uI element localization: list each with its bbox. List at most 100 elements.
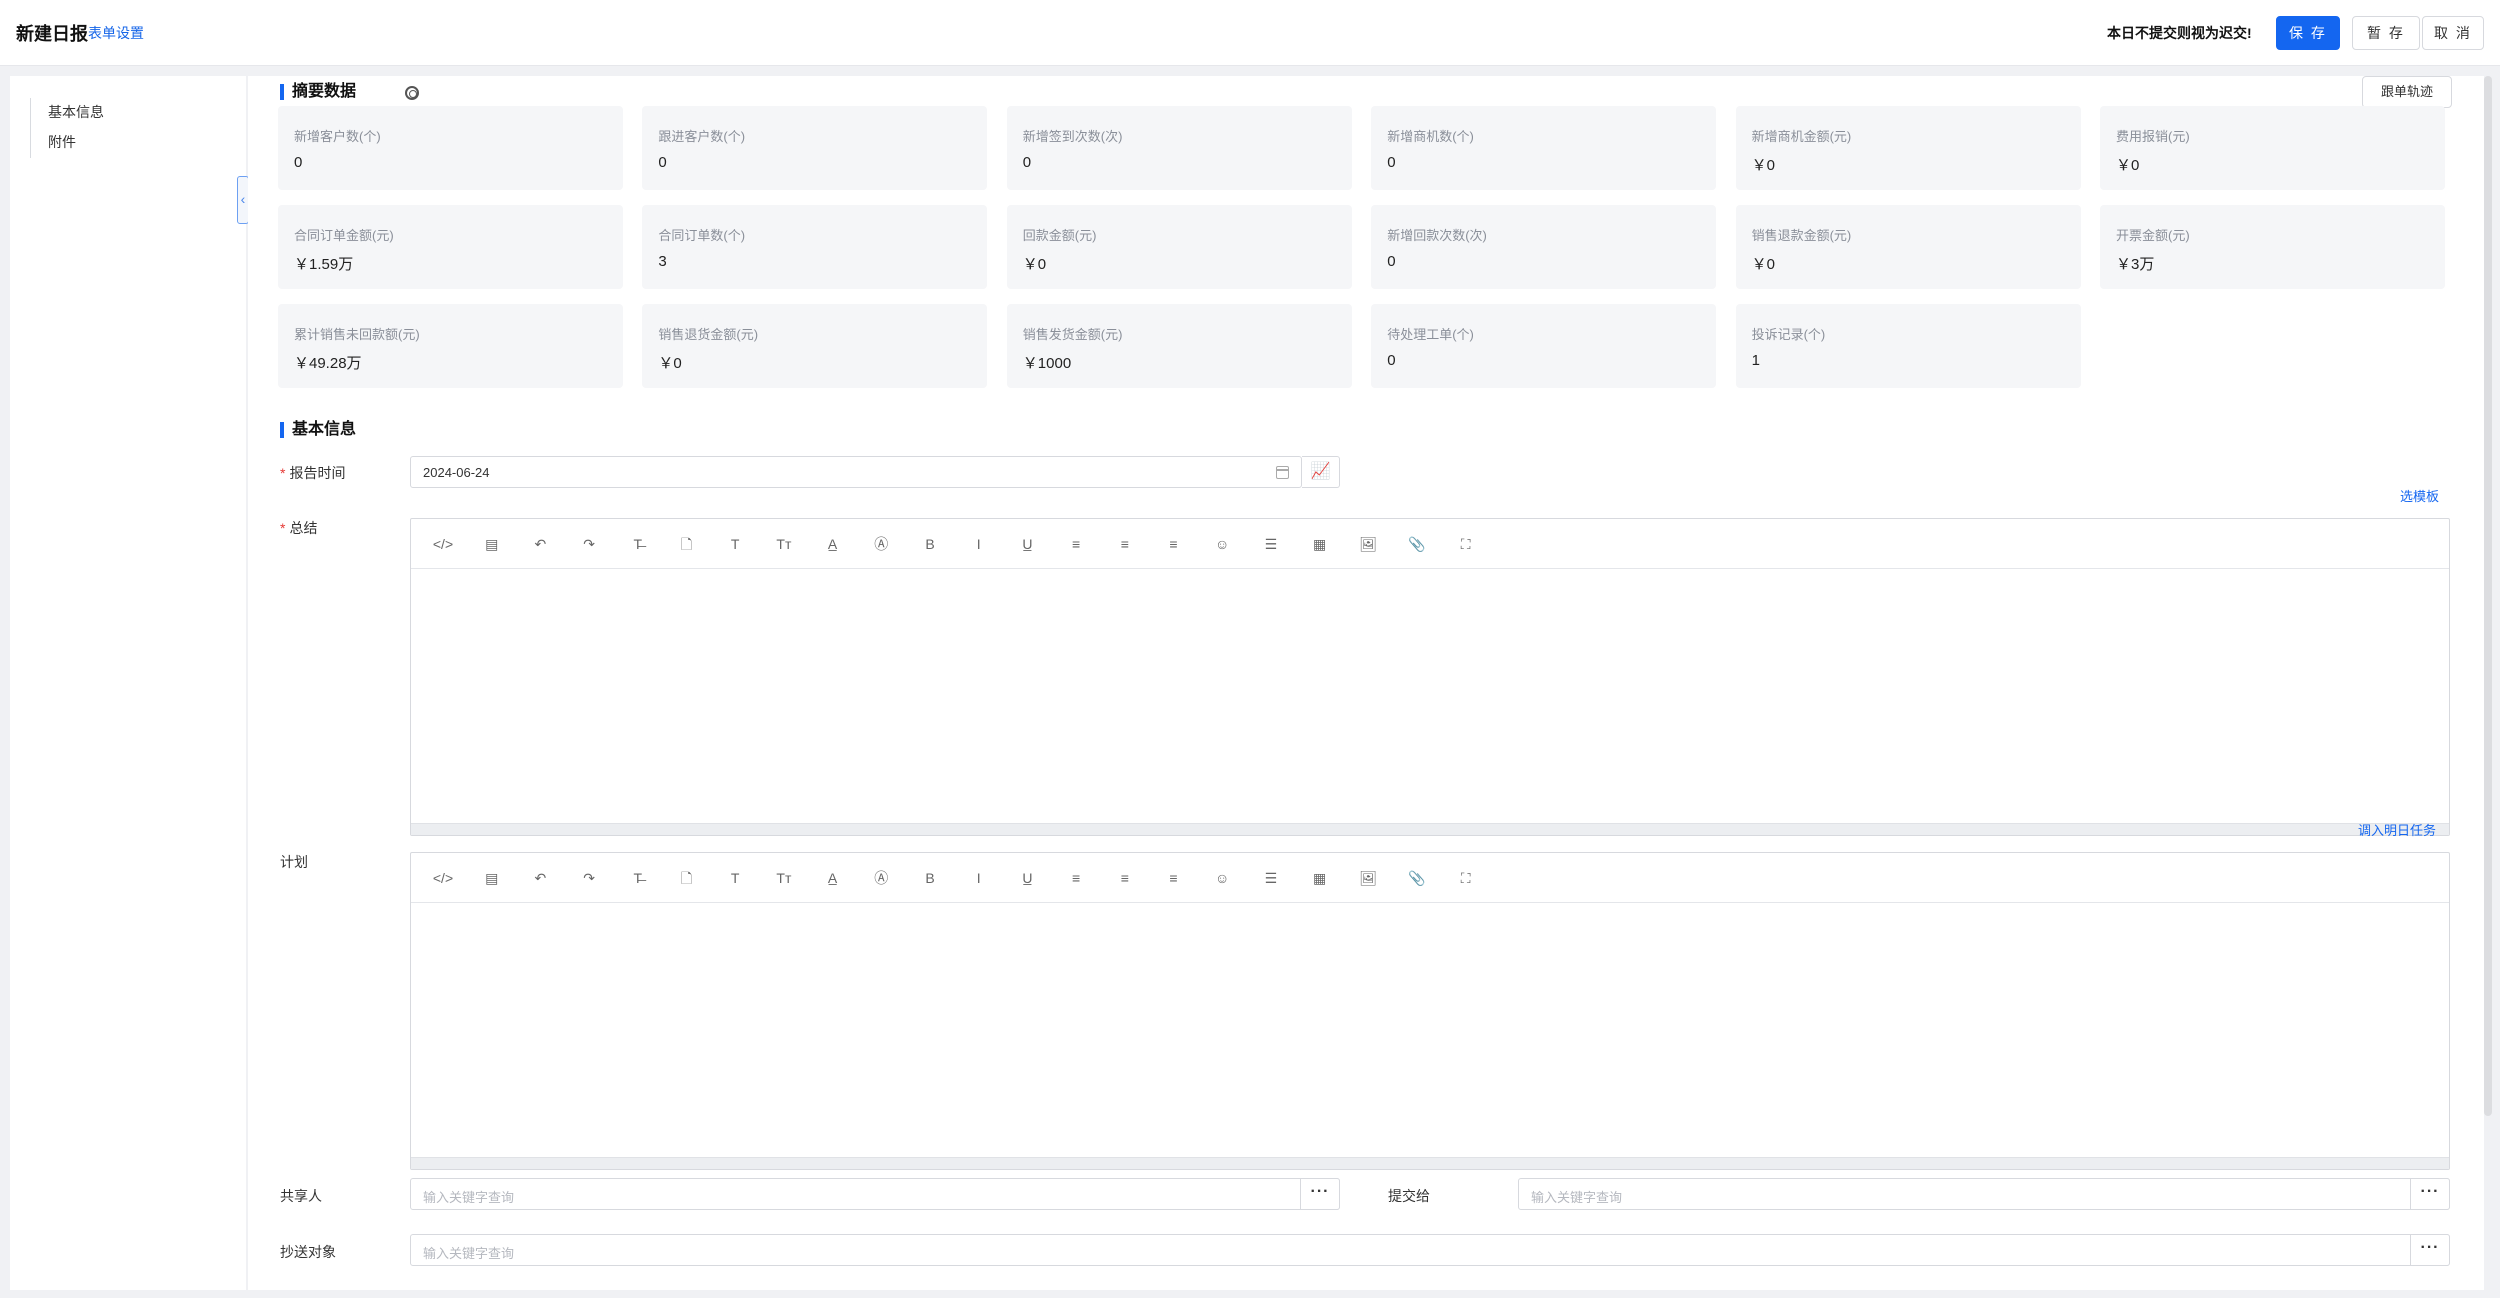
summary-card-value: ￥0 — [1022, 256, 1047, 273]
align-center-icon[interactable]: ≡ — [1113, 533, 1137, 555]
fullscreen-icon[interactable]: ⛶ — [1454, 867, 1478, 889]
summary-card-value: 0 — [1387, 154, 1396, 171]
submit-to-more-button[interactable]: ··· — [2410, 1178, 2450, 1210]
summary-card-value: ￥3万 — [2116, 256, 2155, 273]
cancel-button[interactable]: 取 消 — [2422, 16, 2484, 50]
summary-editor-toolbar: </> ▤ ↶ ↷ T̶ 🗋 T Tт A̲ Ⓐ B I U̲ ≡ ≡ ≡ ☺ ☰ ▦ 🖼 📎 ⛶ — [411, 519, 2449, 569]
summary-section: 摘要数据 — [280, 82, 419, 102]
draft-button[interactable]: 暂 存 — [2352, 16, 2420, 50]
sharer-more-button[interactable]: ··· — [1300, 1178, 1340, 1210]
summary-card: 销售退款金额(元) ￥0 — [1735, 205, 2081, 289]
summary-card: 新增签到次数(次) 0 — [1006, 106, 1352, 190]
summary-editor[interactable]: </> ▤ ↶ ↷ T̶ 🗋 T Tт A̲ Ⓐ B I U̲ ≡ ≡ ≡ ☺ ☰ ▦ 🖼 📎 ⛶ — [410, 518, 2450, 836]
summary-card-label: 新增签到次数(次) — [1022, 129, 1123, 144]
redo-icon[interactable]: ↷ — [577, 867, 601, 889]
plan-editor[interactable]: </> ▤ ↶ ↷ T̶ 🗋 T Tт A̲ Ⓐ B I U̲ ≡ ≡ ≡ ☺ ☰ ▦ 🖼 📎 ⛶ — [410, 852, 2450, 1170]
undo-icon[interactable]: ↶ — [528, 867, 552, 889]
underline-icon[interactable]: U̲ — [1015, 867, 1039, 889]
cc-placeholder: 输入关键字查询 — [423, 1246, 515, 1261]
align-left-icon[interactable]: ≡ — [1064, 867, 1088, 889]
summary-card-value: 0 — [1022, 154, 1032, 171]
cc-more-button[interactable]: ··· — [2410, 1234, 2450, 1266]
summary-card: 待处理工单(个) 0 — [1371, 304, 1717, 388]
undo-icon[interactable]: ↶ — [528, 533, 552, 555]
submit-to-placeholder: 输入关键字查询 — [1531, 1190, 1623, 1205]
table-icon[interactable]: ▦ — [1308, 533, 1332, 555]
sidebar-item-attachments[interactable]: 附件 — [48, 132, 76, 152]
format-icon[interactable]: ▤ — [480, 867, 504, 889]
align-left-icon[interactable]: ≡ — [1064, 533, 1088, 555]
attachment-icon[interactable]: 📎 — [1405, 867, 1429, 889]
trend-chart-button[interactable]: 📈 — [1302, 456, 1340, 488]
top-bar: 新建日报 表单设置 本日不提交则视为迟交! 保 存 暂 存 取 消 — [0, 0, 2500, 66]
plan-label: 计划 — [280, 854, 308, 870]
sharer-input[interactable]: 输入关键字查询 ··· — [410, 1178, 1340, 1210]
horizontal-rule-icon[interactable]: ☰ — [1259, 867, 1283, 889]
cc-input[interactable]: 输入关键字查询 ··· — [410, 1234, 2450, 1266]
align-center-icon[interactable]: ≡ — [1113, 867, 1137, 889]
summary-card-value: 0 — [294, 154, 303, 171]
emoji-icon[interactable]: ☺ — [1210, 533, 1234, 555]
sidebar-item-basic-info[interactable]: 基本信息 — [48, 102, 104, 122]
summary-card-label: 合同订单数(个) — [658, 228, 746, 243]
summary-card-value: 0 — [658, 154, 667, 171]
summary-card-label: 待处理工单(个) — [1387, 327, 1474, 342]
strikethrough-icon[interactable]: T̶ — [626, 533, 650, 555]
bold-icon[interactable]: B — [918, 867, 942, 889]
save-button[interactable]: 保 存 — [2276, 16, 2340, 50]
font-color-icon[interactable]: A̲ — [821, 867, 845, 889]
horizontal-rule-icon[interactable]: ☰ — [1259, 533, 1283, 555]
plan-editor-resize-bar[interactable] — [411, 1157, 2449, 1169]
summary-card-label: 回款金额(元) — [1022, 228, 1097, 243]
underline-icon[interactable]: U̲ — [1015, 533, 1039, 555]
summary-card-label: 新增客户数(个) — [294, 129, 381, 144]
code-icon[interactable]: </> — [431, 533, 455, 555]
summary-card-label: 合同订单金额(元) — [294, 228, 394, 243]
clear-format-icon[interactable]: 🗋 — [675, 867, 699, 889]
summary-card-label: 跟进客户数(个) — [658, 129, 746, 144]
page-title: 新建日报 — [16, 24, 88, 44]
report-time-label: 报告时间 — [280, 463, 345, 483]
sharer-label: 共享人 — [280, 1188, 322, 1204]
font-size-icon[interactable]: Tт — [772, 533, 796, 555]
fullscreen-icon[interactable]: ⛶ — [1454, 533, 1478, 555]
summary-card: 合同订单金额(元) ￥1.59万 — [278, 205, 623, 289]
image-icon[interactable]: 🖼 — [1356, 533, 1380, 555]
summary-card: 跟进客户数(个) 0 — [642, 106, 988, 190]
summary-card-label: 新增商机数(个) — [1387, 129, 1474, 144]
background-color-icon[interactable]: Ⓐ — [869, 867, 893, 889]
summary-label: 总结 — [280, 518, 317, 538]
import-tomorrow-tasks-link[interactable]: 调入明日任务 — [2358, 820, 2436, 839]
align-right-icon[interactable]: ≡ — [1162, 867, 1186, 889]
choose-template-link[interactable]: 选模板 — [2400, 486, 2439, 505]
attachment-icon[interactable]: 📎 — [1405, 533, 1429, 555]
summary-editor-resize-bar[interactable] — [411, 823, 2449, 835]
bold-icon[interactable]: B — [918, 533, 942, 555]
italic-icon[interactable]: I — [967, 867, 991, 889]
code-icon[interactable]: </> — [431, 867, 455, 889]
redo-icon[interactable]: ↷ — [577, 533, 601, 555]
clear-format-icon[interactable]: 🗋 — [675, 533, 699, 555]
sidebar: 基本信息 附件 — [10, 76, 246, 1290]
emoji-icon[interactable]: ☺ — [1210, 867, 1234, 889]
table-icon[interactable]: ▦ — [1308, 867, 1332, 889]
font-icon[interactable]: T — [723, 533, 747, 555]
font-color-icon[interactable]: A̲ — [821, 533, 845, 555]
summary-card: 费用报销(元) ￥0 — [2100, 106, 2445, 190]
form-settings-link[interactable]: 表单设置 — [88, 23, 144, 43]
gear-icon[interactable] — [405, 86, 419, 100]
app-root: 新建日报 表单设置 本日不提交则视为迟交! 保 存 暂 存 取 消 基本信息 附… — [0, 0, 2500, 1298]
strikethrough-icon[interactable]: T̶ — [626, 867, 650, 889]
submit-to-input[interactable]: 输入关键字查询 ··· — [1518, 1178, 2450, 1210]
track-button[interactable]: 跟单轨迹 — [2362, 76, 2452, 108]
format-icon[interactable]: ▤ — [480, 533, 504, 555]
background-color-icon[interactable]: Ⓐ — [869, 533, 893, 555]
scrollbar[interactable] — [2484, 76, 2492, 1116]
report-date-input[interactable]: 2024-06-24 — [410, 456, 1302, 488]
italic-icon[interactable]: I — [967, 533, 991, 555]
image-icon[interactable]: 🖼 — [1356, 867, 1380, 889]
font-size-icon[interactable]: Tт — [772, 867, 796, 889]
align-right-icon[interactable]: ≡ — [1162, 533, 1186, 555]
font-icon[interactable]: T — [723, 867, 747, 889]
calendar-icon[interactable] — [1276, 466, 1289, 479]
